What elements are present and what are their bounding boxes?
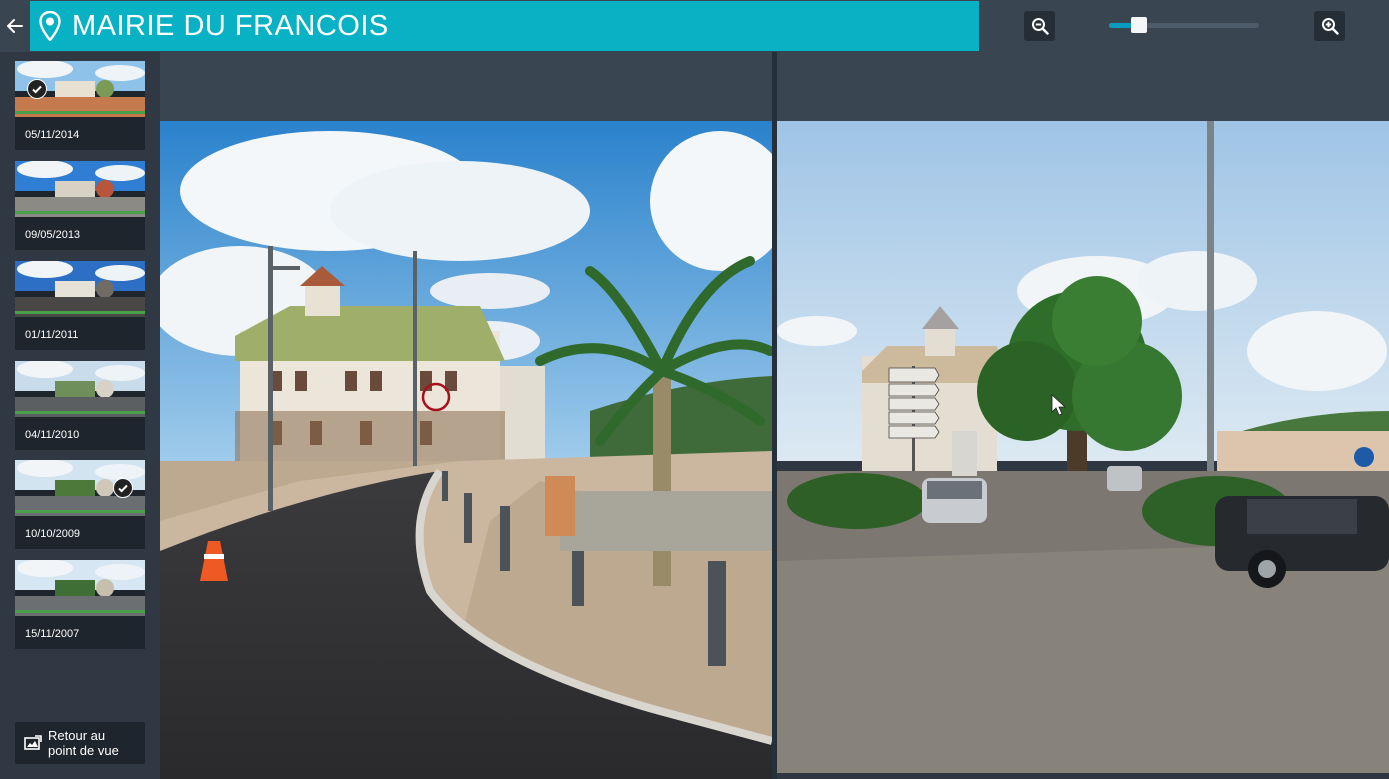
sidebar: 05/11/2014 09/05/2013 01/11/2011 04/11/2010… xyxy=(0,52,160,779)
thumbnail-date: 05/11/2014 xyxy=(25,129,80,141)
date-thumbnail[interactable]: 15/11/2007 xyxy=(15,560,145,649)
date-thumbnail[interactable]: 01/11/2011 xyxy=(15,261,145,350)
thumbnail-date: 09/05/2013 xyxy=(25,229,81,241)
zoom-out-icon xyxy=(1031,18,1049,35)
return-to-viewpoint-button[interactable]: Retour au point de vue xyxy=(15,722,145,764)
panorama-left-image xyxy=(160,121,772,779)
thumbnail-date: 15/11/2007 xyxy=(25,628,80,640)
app: MAIRIE DU FRANCOIS 05/11/2014 09/05/2013 0… xyxy=(0,0,1389,779)
thumbnail-image xyxy=(15,560,145,616)
date-thumbnail[interactable]: 05/11/2014 xyxy=(15,61,145,150)
title-bar: MAIRIE DU FRANCOIS xyxy=(30,1,979,51)
return-view-icon xyxy=(24,735,42,750)
zoom-out-button[interactable] xyxy=(1024,11,1055,41)
panorama-viewer-right[interactable] xyxy=(777,121,1389,773)
check-icon xyxy=(113,478,133,498)
thumbnail-image xyxy=(15,361,145,417)
thumbnail-image xyxy=(15,261,145,317)
page-title: MAIRIE DU FRANCOIS xyxy=(72,9,389,42)
zoom-slider[interactable] xyxy=(1109,17,1259,33)
date-thumbnail[interactable]: 10/10/2009 xyxy=(15,460,145,549)
panorama-right-image xyxy=(777,121,1389,773)
thumbnail-date: 01/11/2011 xyxy=(25,329,79,341)
back-button[interactable] xyxy=(0,0,30,52)
thumbnail-image xyxy=(15,161,145,217)
check-icon xyxy=(27,79,47,99)
zoom-in-button[interactable] xyxy=(1314,11,1345,41)
location-pin-icon xyxy=(39,11,61,41)
zoom-in-icon xyxy=(1321,18,1339,35)
arrow-left-icon xyxy=(7,19,23,33)
date-thumbnail[interactable]: 04/11/2010 xyxy=(15,361,145,450)
return-to-viewpoint-label: Retour au point de vue xyxy=(48,728,119,758)
zoom-thumb[interactable] xyxy=(1131,17,1147,33)
date-thumbnail[interactable]: 09/05/2013 xyxy=(15,161,145,250)
header: MAIRIE DU FRANCOIS xyxy=(0,0,1389,52)
thumbnail-date: 10/10/2009 xyxy=(25,528,81,540)
panorama-viewer-left[interactable] xyxy=(160,121,772,779)
thumbnail-date: 04/11/2010 xyxy=(25,429,80,441)
